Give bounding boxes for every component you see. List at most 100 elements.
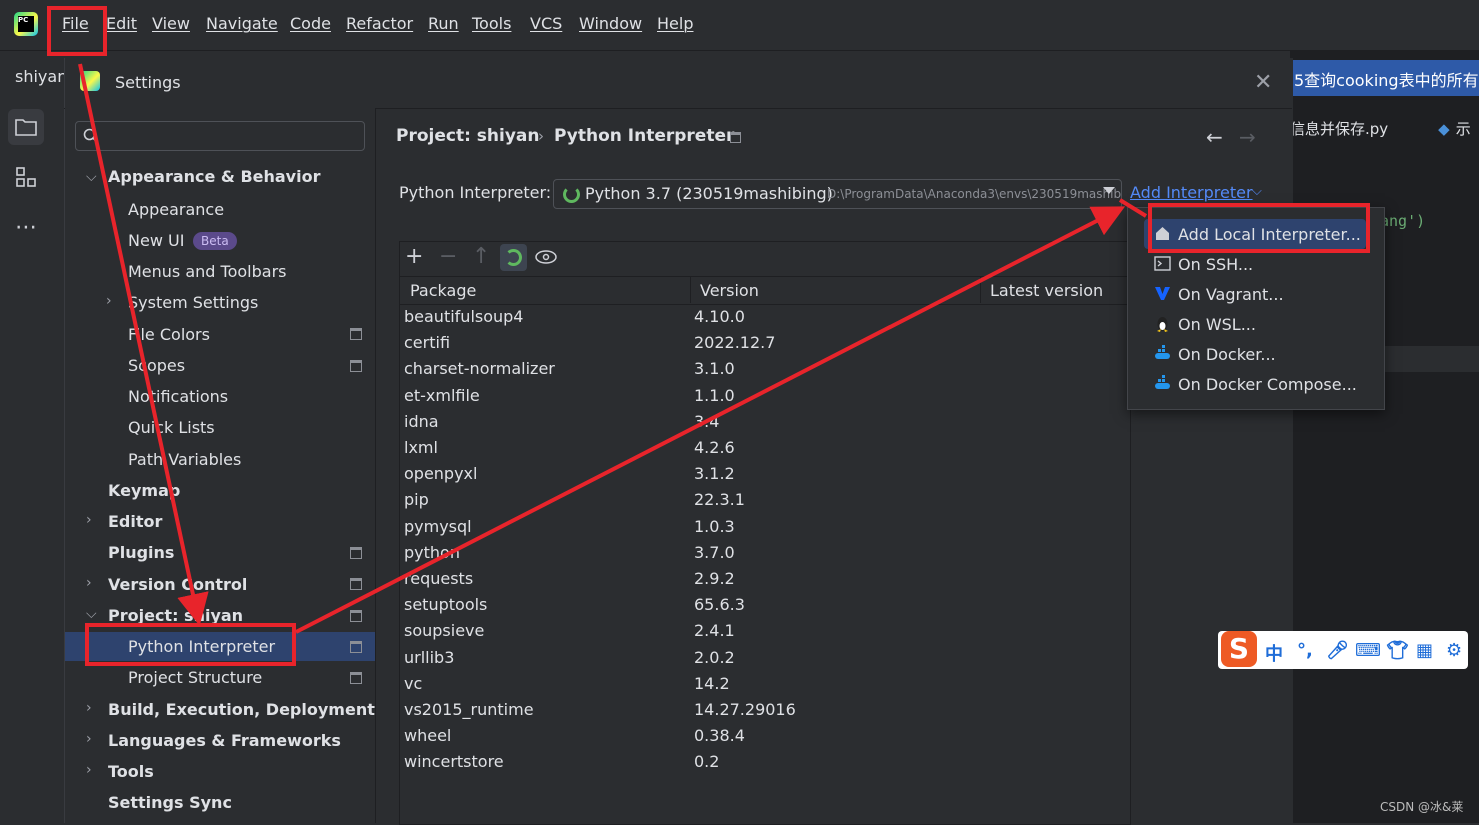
menu-refactor[interactable]: Refactor [346,14,413,33]
table-row[interactable]: lxml 4.2.6 [404,438,1124,464]
tree-settings-sync[interactable]: Settings Sync [108,793,232,812]
folder-icon[interactable] [8,109,44,145]
annotation-python-interpreter-box [85,623,296,666]
table-row[interactable]: wheel 0.38.4 [404,726,1124,752]
tree-plugins[interactable]: Plugins [108,543,174,562]
tree-appearance[interactable]: Appearance [128,200,224,219]
table-row[interactable]: certifi 2022.12.7 [404,333,1124,359]
chevron-right-icon[interactable]: › [86,700,92,716]
add-interpreter-link[interactable]: Add Interpreter [1130,183,1253,202]
table-row[interactable]: pip 22.3.1 [404,490,1124,516]
loading-spinner-icon [563,186,580,203]
tree-system-settings[interactable]: System Settings [128,293,258,312]
tree-new-ui[interactable]: New UI [128,231,184,250]
punctuation-icon[interactable]: °, [1297,640,1313,661]
tree-languages[interactable]: Languages & Frameworks [108,731,341,750]
chevron-right-icon[interactable]: › [86,575,92,591]
table-row[interactable]: beautifulsoup4 4.10.0 [404,307,1124,333]
column-version[interactable]: Version [700,281,759,300]
table-row[interactable]: urllib3 2.0.2 [404,648,1124,674]
project-level-icon [350,360,362,372]
menu-on-docker-compose[interactable]: On Docker Compose... [1178,375,1357,394]
back-arrow-icon[interactable]: ← [1206,125,1223,149]
tree-path-variables[interactable]: Path Variables [128,450,241,469]
interpreter-select[interactable]: Python 3.7 (230519mashibing) D:\ProgramD… [553,179,1122,209]
add-package-icon[interactable]: + [405,244,423,270]
microphone-icon[interactable]: 🎤︎ [1326,640,1349,661]
close-icon[interactable]: ✕ [1254,70,1272,95]
upgrade-package-icon[interactable]: ↑ [472,244,490,270]
eye-icon[interactable] [535,250,557,264]
chevron-down-icon[interactable]: ⌵ [1252,184,1262,199]
column-latest-version[interactable]: Latest version [990,281,1103,300]
chevron-right-icon[interactable]: › [106,293,112,309]
keyboard-icon[interactable]: ⌨ [1355,640,1381,661]
background-tab-label[interactable]: 5查询cooking表中的所有数 [1294,67,1479,91]
forward-arrow-icon[interactable]: → [1239,125,1256,149]
column-package[interactable]: Package [410,281,476,300]
settings-gear-icon[interactable]: ⚙ [1446,640,1462,661]
tree-scopes[interactable]: Scopes [128,356,185,375]
chevron-right-icon[interactable]: › [86,731,92,747]
skin-icon[interactable]: 👕︎ [1386,640,1409,661]
menu-vcs[interactable]: VCS [530,14,562,33]
table-row[interactable]: et-xmlfile 1.1.0 [404,386,1124,412]
settings-search-input[interactable] [75,121,365,151]
package-name: beautifulsoup4 [404,307,524,326]
table-row[interactable]: charset-normalizer 3.1.0 [404,359,1124,385]
more-icon[interactable]: ⋯ [8,209,44,245]
tree-notifications[interactable]: Notifications [128,387,228,406]
chevron-right-icon[interactable]: › [86,762,92,778]
project-name: shiyan [15,67,68,86]
tree-file-colors[interactable]: File Colors [128,325,210,344]
menu-code[interactable]: Code [290,14,331,33]
table-row[interactable]: pymysql 1.0.3 [404,517,1124,543]
background-file-tab[interactable]: 信息并保存.py ◆ 示 [1290,118,1471,139]
tree-project-structure[interactable]: Project Structure [128,668,262,687]
menu-window[interactable]: Window [579,14,642,33]
tree-version-control[interactable]: Version Control [108,575,247,594]
menu-edit[interactable]: Edit [106,14,137,33]
menu-on-ssh[interactable]: On SSH... [1178,255,1253,274]
table-row[interactable]: vc 14.2 [404,674,1124,700]
search-icon [83,128,98,143]
table-row[interactable]: python 3.7.0 [404,543,1124,569]
chevron-right-icon[interactable]: › [86,512,92,528]
table-row[interactable]: idna 3.4 [404,412,1124,438]
menu-on-vagrant[interactable]: On Vagrant... [1178,285,1284,304]
sogou-logo-icon[interactable]: S [1221,631,1257,667]
tree-editor[interactable]: Editor [108,512,162,531]
table-row[interactable]: wincertstore 0.2 [404,752,1124,778]
toolbox-icon[interactable]: ▦ [1416,640,1433,661]
package-version: 2.9.2 [694,569,735,588]
chevron-down-icon[interactable]: ⌵ [86,169,97,185]
project-level-icon [350,578,362,590]
tree-keymap[interactable]: Keymap [108,481,180,500]
tree-menus-toolbars[interactable]: Menus and Toolbars [128,262,287,281]
menu-view[interactable]: View [152,14,190,33]
menu-navigate[interactable]: Navigate [206,14,278,33]
table-row[interactable]: soupsieve 2.4.1 [404,621,1124,647]
tree-build[interactable]: Build, Execution, Deployment [108,700,375,719]
package-name: urllib3 [404,647,455,667]
table-row[interactable]: requests 2.9.2 [404,569,1124,595]
table-row[interactable]: setuptools 65.6.3 [404,595,1124,621]
remove-package-icon[interactable]: − [439,244,457,270]
menu-on-docker[interactable]: On Docker... [1178,345,1276,364]
structure-icon[interactable] [8,159,44,195]
tree-quick-lists[interactable]: Quick Lists [128,418,215,437]
tree-tools[interactable]: Tools [108,762,154,781]
menu-on-wsl[interactable]: On WSL... [1178,315,1256,334]
tree-appearance-behavior[interactable]: Appearance & Behavior [108,167,320,186]
refresh-icon[interactable] [500,244,527,271]
menu-help[interactable]: Help [657,14,693,33]
package-version: 22.3.1 [694,490,745,510]
package-version: 3.7.0 [694,542,735,562]
ime-language-toggle[interactable]: 中 [1265,640,1283,666]
menu-tools[interactable]: Tools [472,14,511,33]
tool-window-strip: ⋯ [0,51,52,823]
table-row[interactable]: vs2015_runtime 14.27.29016 [404,700,1124,726]
table-row[interactable]: openpyxl 3.1.2 [404,464,1124,490]
menu-run[interactable]: Run [428,14,459,33]
chevron-down-icon[interactable]: ⌵ [86,606,97,622]
